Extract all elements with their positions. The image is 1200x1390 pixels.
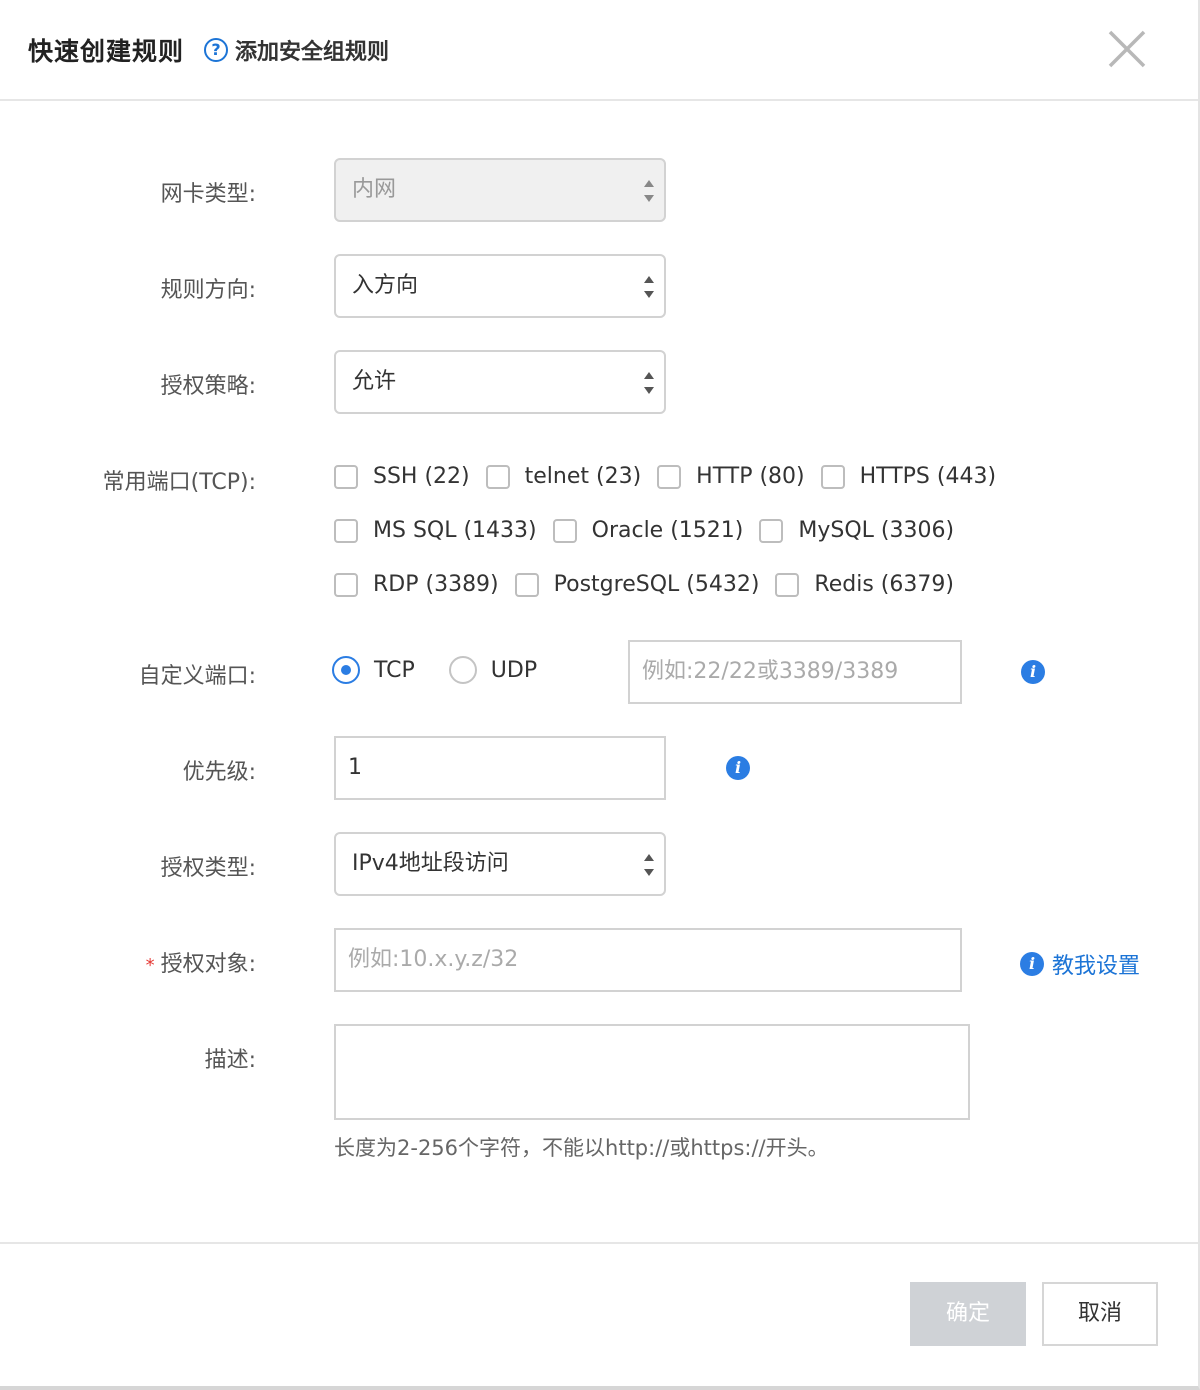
radio-tcp[interactable]: TCP	[332, 656, 415, 684]
checkbox-box[interactable]	[334, 518, 358, 543]
teach-me-link-text[interactable]: 教我设置	[1052, 948, 1140, 980]
port-label: MySQL (3306)	[798, 518, 955, 543]
port-label: PostgreSQL (5432)	[553, 572, 760, 597]
up-down-arrows-icon	[644, 854, 654, 876]
radio-label: TCP	[374, 657, 415, 683]
auth-type-select[interactable]: IPv4地址段访问	[334, 832, 666, 896]
direction-value: 入方向	[352, 273, 419, 298]
port-label: SSH (22)	[373, 464, 470, 489]
radio-udp[interactable]: UDP	[448, 656, 538, 684]
close-icon[interactable]	[1106, 28, 1148, 70]
port-checkbox-oracle[interactable]: Oracle (1521)	[552, 518, 744, 543]
checkbox-box[interactable]	[775, 572, 800, 597]
custom-port-label: 自定义端口:	[138, 664, 256, 689]
protocol-radio-group: TCP UDP	[332, 656, 571, 684]
priority-value: 1	[348, 755, 362, 780]
port-label: HTTPS (443)	[859, 464, 997, 489]
checkbox-box[interactable]	[759, 518, 784, 543]
description-hint: 长度为2-256个字符，不能以http://或https://开头。	[334, 1136, 829, 1160]
port-checkbox-postgresql[interactable]: PostgreSQL (5432)	[514, 572, 760, 597]
dialog-title: 快速创建规则	[28, 37, 185, 66]
port-label: telnet (23)	[524, 464, 642, 489]
up-down-arrows-icon	[644, 372, 654, 394]
description-label: 描述:	[204, 1048, 256, 1073]
port-checkbox-mysql[interactable]: MySQL (3306)	[759, 518, 954, 543]
port-label: Oracle (1521)	[591, 518, 744, 543]
radio-circle-checked[interactable]	[332, 656, 360, 684]
port-checkbox-rdp[interactable]: RDP (3389)	[334, 572, 499, 597]
auth-type-value: IPv4地址段访问	[352, 851, 509, 876]
port-label: Redis (6379)	[814, 572, 954, 597]
info-circle-icon[interactable]: i	[1021, 660, 1045, 684]
checkbox-box[interactable]	[820, 464, 845, 489]
nic-type-select[interactable]: 内网	[334, 158, 666, 222]
radio-label: UDP	[490, 657, 538, 683]
port-checkbox-https[interactable]: HTTPS (443)	[820, 464, 997, 489]
custom-port-placeholder: 例如:22/22或3389/3389	[642, 659, 899, 684]
dialog-header: 快速创建规则 ? 添加安全组规则	[0, 0, 1198, 101]
common-ports-row-2: MS SQL (1433) Oracle (1521) MySQL (3306)	[334, 518, 970, 543]
direction-select[interactable]: 入方向	[334, 254, 666, 318]
policy-select[interactable]: 允许	[334, 350, 666, 414]
checkbox-box[interactable]	[657, 464, 682, 489]
common-ports-row-3: RDP (3389) PostgreSQL (5432) Redis (6379…	[334, 572, 970, 597]
priority-input[interactable]: 1	[334, 736, 666, 800]
checkbox-box[interactable]	[334, 464, 358, 489]
port-label: RDP (3389)	[373, 572, 499, 597]
auth-object-input[interactable]: 例如:10.x.y.z/32	[334, 928, 962, 992]
cancel-button[interactable]: 取消	[1042, 1282, 1158, 1346]
description-textarea[interactable]	[334, 1024, 970, 1120]
info-circle-icon[interactable]: i	[1020, 952, 1044, 976]
checkbox-box[interactable]	[334, 572, 358, 597]
priority-label: 优先级:	[182, 760, 256, 785]
info-circle-icon[interactable]: i	[726, 756, 750, 780]
checkbox-box[interactable]	[514, 572, 539, 597]
auth-object-label-text: 授权对象:	[160, 952, 256, 977]
port-label: HTTP (80)	[696, 464, 805, 489]
help-link-text[interactable]: 添加安全组规则	[235, 34, 389, 66]
direction-label: 规则方向:	[160, 278, 256, 303]
question-circle-icon[interactable]: ?	[204, 38, 228, 62]
port-checkbox-ssh[interactable]: SSH (22)	[334, 464, 470, 489]
auth-object-placeholder: 例如:10.x.y.z/32	[348, 947, 519, 972]
auth-type-label: 授权类型:	[160, 856, 256, 881]
policy-value: 允许	[352, 369, 397, 394]
custom-port-input[interactable]: 例如:22/22或3389/3389	[628, 640, 962, 704]
auth-object-label: * 授权对象:	[146, 946, 256, 978]
radio-circle[interactable]	[448, 656, 477, 684]
quick-create-rule-dialog: 快速创建规则 ? 添加安全组规则 网卡类型: 内网 规则方向: 入方向 授权策略…	[0, 0, 1200, 1390]
required-mark: *	[145, 955, 155, 976]
up-down-arrows-icon	[644, 276, 654, 298]
port-checkbox-mssql[interactable]: MS SQL (1433)	[334, 518, 537, 543]
port-checkbox-http[interactable]: HTTP (80)	[657, 464, 805, 489]
common-ports-row-1: SSH (22) telnet (23) HTTP (80) HTTPS (44…	[334, 464, 1012, 489]
nic-type-value: 内网	[352, 177, 397, 202]
checkbox-box[interactable]	[485, 464, 510, 489]
checkbox-box[interactable]	[552, 518, 577, 543]
nic-type-label: 网卡类型:	[160, 182, 256, 207]
port-checkbox-telnet[interactable]: telnet (23)	[485, 464, 642, 489]
port-checkbox-redis[interactable]: Redis (6379)	[775, 572, 954, 597]
up-down-arrows-icon	[644, 180, 654, 202]
footer-divider	[0, 1242, 1198, 1244]
common-ports-label: 常用端口(TCP):	[102, 470, 256, 495]
policy-label: 授权策略:	[160, 374, 256, 399]
ok-button[interactable]: 确定	[910, 1282, 1026, 1346]
port-label: MS SQL (1433)	[373, 518, 537, 543]
teach-me-link[interactable]: i 教我设置	[1020, 948, 1140, 980]
help-link[interactable]: ? 添加安全组规则	[204, 34, 389, 66]
